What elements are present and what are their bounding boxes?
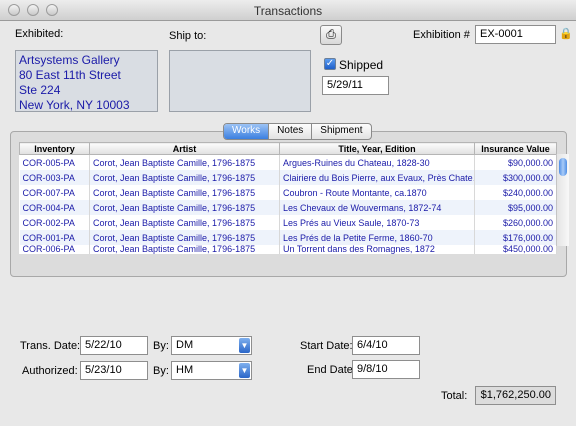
authorized-by-label: By: <box>153 365 169 377</box>
address-line: Artsystems Gallery <box>19 53 120 67</box>
column-header-inventory[interactable]: Inventory <box>19 142 90 155</box>
trans-by-label: By: <box>153 340 169 352</box>
authorized-by-value: HM <box>176 364 194 376</box>
popup-arrow-icon: ▼ <box>239 338 250 353</box>
shipped-date-field[interactable]: 5/29/11 <box>322 76 389 95</box>
title-cell: Argues-Ruines du Chateau, 1828-30 <box>279 154 475 170</box>
inventory-cell: COR-003-PA <box>19 170 90 185</box>
print-address-button[interactable]: ⎙ <box>320 25 342 45</box>
column-header-artist[interactable]: Artist <box>89 142 280 155</box>
tab-shipment[interactable]: Shipment <box>312 124 370 139</box>
table-row[interactable]: COR-004-PA Corot, Jean Baptiste Camille, … <box>19 200 557 215</box>
inventory-cell: COR-005-PA <box>19 154 90 170</box>
inventory-cell: COR-002-PA <box>19 215 90 230</box>
end-date-field[interactable]: 9/8/10 <box>352 360 420 379</box>
title-cell: Clairiere du Bois Pierre, aux Evaux, Prè… <box>279 170 475 185</box>
title-cell: Les Prés au Vieux Saule, 1870-73 <box>279 215 475 230</box>
authorized-by-popup[interactable]: HM ▼ <box>171 361 252 380</box>
trans-by-value: DM <box>176 339 194 351</box>
shipped-label: Shipped <box>339 58 384 72</box>
table-row[interactable]: COR-001-PA Corot, Jean Baptiste Camille, … <box>19 230 557 245</box>
table-row[interactable]: COR-006-PA Corot, Jean Baptiste Camille, … <box>19 245 557 254</box>
insurance-value-cell: $90,000.00 <box>474 154 557 170</box>
insurance-value-cell: $450,000.00 <box>474 245 557 254</box>
lock-icon: 🔒 <box>559 28 573 40</box>
tab-notes[interactable]: Notes <box>269 124 313 139</box>
inventory-cell: COR-007-PA <box>19 185 90 200</box>
column-header-title[interactable]: Title, Year, Edition <box>279 142 475 155</box>
ship-to-label: Ship to: <box>169 30 207 42</box>
shipped-checkbox[interactable]: ✓ <box>324 58 336 70</box>
trans-by-popup[interactable]: DM ▼ <box>171 336 252 355</box>
ship-to-address-box[interactable] <box>169 50 311 112</box>
exhibition-number-field[interactable]: EX-0001 <box>475 25 556 44</box>
window-title: Transactions <box>253 4 323 18</box>
end-date-label: End Date: <box>307 364 356 376</box>
inventory-cell: COR-004-PA <box>19 200 90 215</box>
exhibited-address-box[interactable]: Artsystems Gallery 80 East 11th Street S… <box>15 50 158 112</box>
insurance-value-cell: $240,000.00 <box>474 185 557 200</box>
start-date-field[interactable]: 6/4/10 <box>352 336 420 355</box>
trans-date-field[interactable]: 5/22/10 <box>80 336 148 355</box>
authorized-date-field[interactable]: 5/23/10 <box>80 361 148 380</box>
artist-cell: Corot, Jean Baptiste Camille, 1796-1875 <box>89 245 280 254</box>
authorized-label: Authorized: <box>22 365 78 377</box>
artist-cell: Corot, Jean Baptiste Camille, 1796-1875 <box>89 185 280 200</box>
printer-icon: ⎙ <box>326 27 336 41</box>
table-row[interactable]: COR-002-PA Corot, Jean Baptiste Camille, … <box>19 215 557 230</box>
table-row[interactable]: COR-005-PA Corot, Jean Baptiste Camille, … <box>19 154 557 170</box>
exhibition-number-label: Exhibition # <box>413 29 470 41</box>
exhibited-label: Exhibited: <box>15 28 64 40</box>
scrollbar-thumb[interactable] <box>559 158 567 176</box>
tab-bar: Works Notes Shipment <box>223 123 372 140</box>
table-row[interactable]: COR-007-PA Corot, Jean Baptiste Camille, … <box>19 185 557 200</box>
total-label: Total: <box>441 390 468 402</box>
tab-works[interactable]: Works <box>224 124 270 139</box>
artist-cell: Corot, Jean Baptiste Camille, 1796-1875 <box>89 170 280 185</box>
address-line: Ste 224 <box>19 83 61 97</box>
artist-cell: Corot, Jean Baptiste Camille, 1796-1875 <box>89 215 280 230</box>
address-line: 80 East 11th Street <box>19 68 121 82</box>
total-value-field: $1,762,250.00 <box>475 386 556 405</box>
title-cell: Les Chevaux de Wouvermans, 1872-74 <box>279 200 475 215</box>
title-cell: Coubron - Route Montante, ca.1870 <box>279 185 475 200</box>
title-cell: Un Torrent dans des Romagnes, 1872 <box>279 245 475 254</box>
artist-cell: Corot, Jean Baptiste Camille, 1796-1875 <box>89 154 280 170</box>
inventory-cell: COR-006-PA <box>19 245 90 254</box>
works-table: Inventory Artist Title, Year, Edition In… <box>19 142 557 254</box>
artist-cell: Corot, Jean Baptiste Camille, 1796-1875 <box>89 230 280 245</box>
insurance-value-cell: $260,000.00 <box>474 215 557 230</box>
trans-date-label: Trans. Date: <box>20 340 81 352</box>
insurance-value-cell: $95,000.00 <box>474 200 557 215</box>
insurance-value-cell: $300,000.00 <box>474 170 557 185</box>
address-line: New York, NY 10003 <box>19 98 130 112</box>
popup-arrow-icon: ▼ <box>239 363 250 378</box>
title-bar: Transactions <box>0 0 576 21</box>
inventory-cell: COR-001-PA <box>19 230 90 245</box>
table-scrollbar[interactable] <box>556 154 569 246</box>
insurance-value-cell: $176,000.00 <box>474 230 557 245</box>
title-cell: Les Prés de la Petite Ferme, 1860-70 <box>279 230 475 245</box>
table-row[interactable]: COR-003-PA Corot, Jean Baptiste Camille, … <box>19 170 557 185</box>
start-date-label: Start Date: <box>300 340 353 352</box>
artist-cell: Corot, Jean Baptiste Camille, 1796-1875 <box>89 200 280 215</box>
column-header-insurance-value[interactable]: Insurance Value <box>474 142 557 155</box>
